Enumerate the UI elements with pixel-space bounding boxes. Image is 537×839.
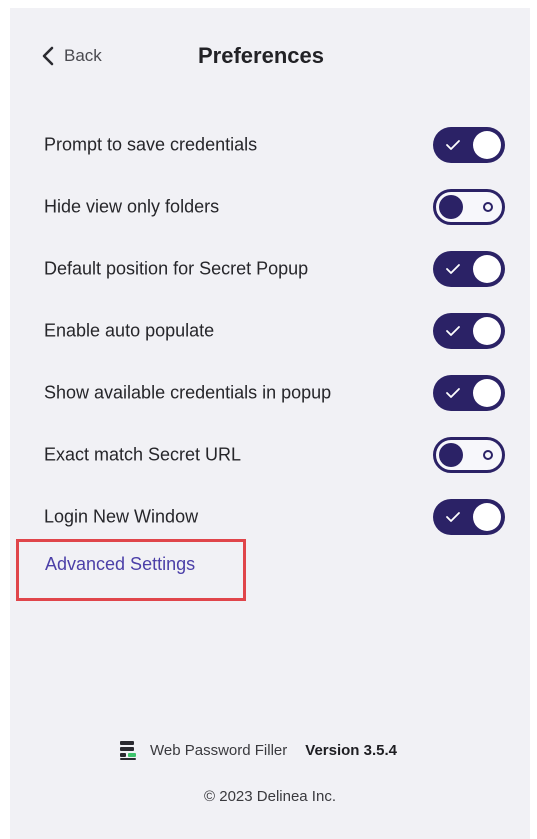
setting-row-exact-match-secret-url: Exact match Secret URL [10, 424, 530, 486]
toggle-knob [473, 317, 501, 345]
back-button[interactable]: Back [40, 42, 102, 70]
ring-icon [483, 202, 493, 212]
toggle-knob [473, 503, 501, 531]
page-title: Preferences [198, 43, 324, 68]
app-version: Version 3.5.4 [305, 741, 397, 759]
setting-label: Exact match Secret URL [44, 444, 242, 465]
advanced-settings-link[interactable]: Advanced Settings [45, 554, 195, 575]
setting-label: Show available credentials in popup [44, 382, 332, 403]
setting-label: Enable auto populate [44, 320, 215, 341]
toggle-default-position-secret-popup[interactable] [433, 251, 505, 287]
toggle-knob [439, 443, 463, 467]
toggle-knob [473, 131, 501, 159]
app-name: Web Password Filler [150, 741, 288, 759]
ring-icon [483, 450, 493, 460]
setting-row-hide-view-only-folders: Hide view only folders [10, 176, 530, 238]
toggle-enable-auto-populate[interactable] [433, 313, 505, 349]
toggle-knob [473, 255, 501, 283]
toggle-hide-view-only-folders[interactable] [433, 189, 505, 225]
setting-row-prompt-save-credentials: Prompt to save credentials [10, 114, 530, 176]
toggle-knob [439, 195, 463, 219]
setting-label: Login New Window [44, 506, 199, 527]
setting-row-show-available-credentials: Show available credentials in popup [10, 362, 530, 424]
setting-label: Prompt to save credentials [44, 134, 258, 155]
preferences-panel: Back Preferences Prompt to save credenti… [10, 8, 530, 839]
toggle-login-new-window[interactable] [433, 499, 505, 535]
check-icon [446, 512, 460, 522]
copyright: © 2023 Delinea Inc. [204, 788, 336, 805]
setting-label: Hide view only folders [44, 196, 220, 217]
toggle-prompt-save-credentials[interactable] [433, 127, 505, 163]
settings-list: Prompt to save credentials Hide view onl… [10, 114, 530, 548]
toggle-show-available-credentials[interactable] [433, 375, 505, 411]
toggle-knob [473, 379, 501, 407]
app-info: Web Password Filler Version 3.5.4 [118, 736, 397, 764]
check-icon [446, 388, 460, 398]
toggle-exact-match-secret-url[interactable] [433, 437, 505, 473]
chevron-left-icon [40, 45, 56, 67]
header: Back Preferences [10, 8, 530, 103]
check-icon [446, 140, 460, 150]
setting-row-default-position-secret-popup: Default position for Secret Popup [10, 238, 530, 300]
check-icon [446, 264, 460, 274]
setting-label: Default position for Secret Popup [44, 258, 309, 279]
web-password-filler-icon [118, 739, 138, 761]
setting-row-enable-auto-populate: Enable auto populate [10, 300, 530, 362]
back-label: Back [64, 46, 102, 65]
check-icon [446, 326, 460, 336]
